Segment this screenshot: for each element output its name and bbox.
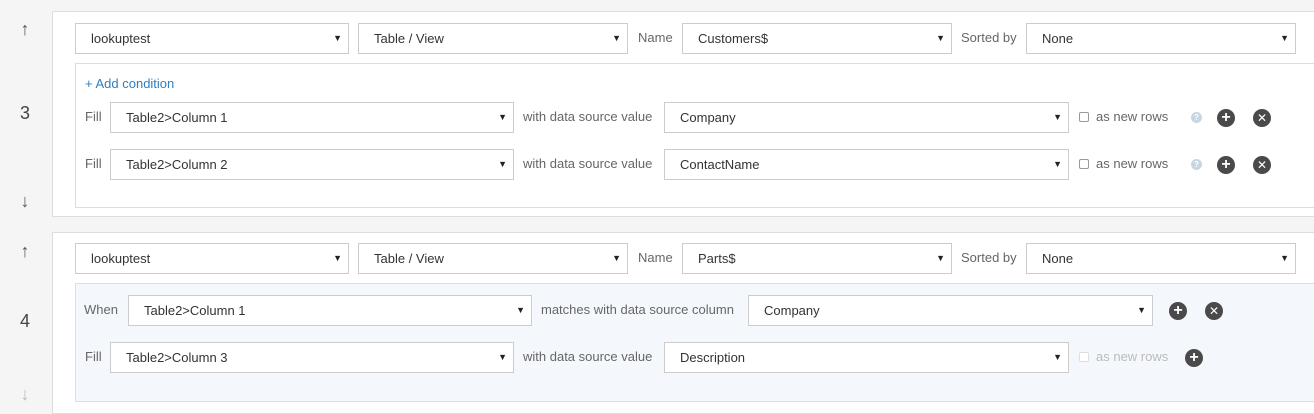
chevron-down-icon: ▼: [936, 253, 945, 263]
help-icon[interactable]: ?: [1191, 159, 1202, 170]
target-column-select[interactable]: Table2>Column 1 ▼: [110, 102, 514, 133]
target-column-value: Table2>Column 3: [126, 350, 228, 365]
as-new-rows-checkbox[interactable]: [1079, 112, 1089, 122]
matches-column-label: matches with data source column: [541, 302, 734, 317]
name-select[interactable]: Parts$ ▼: [682, 243, 952, 274]
remove-row-button[interactable]: ✕: [1253, 156, 1271, 174]
step-card: lookuptest ▼ Table / View ▼ Name Parts$ …: [52, 232, 1314, 414]
chevron-down-icon: ▼: [936, 33, 945, 43]
chevron-down-icon: ▼: [1053, 352, 1062, 362]
fill-label: Fill: [85, 109, 102, 124]
name-value: Parts$: [698, 251, 736, 266]
sorted-by-value: None: [1042, 251, 1074, 266]
chevron-down-icon: ▼: [1053, 112, 1062, 122]
source-type-value: Table / View: [374, 251, 444, 266]
mappings-panel: + Add condition Fill Table2>Column 1 ▼ w…: [75, 63, 1314, 208]
with-value-label: with data source value: [523, 109, 653, 124]
name-value: Customers$: [698, 31, 769, 46]
remove-row-button[interactable]: ✕: [1253, 109, 1271, 127]
chevron-down-icon: ▼: [1053, 159, 1062, 169]
name-select[interactable]: Customers$ ▼: [682, 23, 952, 54]
fill-label: Fill: [85, 156, 102, 171]
help-icon[interactable]: ?: [1191, 112, 1202, 123]
chevron-down-icon: ▼: [612, 253, 621, 263]
add-row-button[interactable]: +: [1217, 156, 1235, 174]
condition-column-select[interactable]: Table2>Column 1 ▼: [128, 295, 532, 326]
as-new-rows-checkbox: [1079, 352, 1089, 362]
with-value-label: with data source value: [523, 156, 653, 171]
move-up-icon[interactable]: ↑: [14, 18, 36, 40]
add-condition-link[interactable]: + Add condition: [85, 76, 174, 91]
chevron-down-icon: ▼: [333, 33, 342, 43]
datasource-value: lookuptest: [91, 251, 151, 266]
sorted-by-label: Sorted by: [961, 30, 1017, 45]
source-value: Company: [680, 110, 736, 125]
source-type-select[interactable]: Table / View ▼: [358, 243, 628, 274]
sorted-by-label: Sorted by: [961, 250, 1017, 265]
move-down-icon: ↓: [20, 383, 30, 404]
chevron-down-icon: ▼: [498, 159, 507, 169]
chevron-down-icon: ▼: [1280, 33, 1289, 43]
source-value-select[interactable]: ContactName ▼: [664, 149, 1069, 180]
source-value-select[interactable]: Company ▼: [664, 102, 1069, 133]
source-type-value: Table / View: [374, 31, 444, 46]
datasource-select[interactable]: lookuptest ▼: [75, 23, 349, 54]
step-number: 4: [19, 311, 30, 331]
sorted-by-select[interactable]: None ▼: [1026, 243, 1296, 274]
step-number: 3: [19, 103, 30, 123]
remove-condition-button[interactable]: ✕: [1205, 302, 1223, 320]
as-new-rows-checkbox[interactable]: [1079, 159, 1089, 169]
chevron-down-icon: ▼: [1137, 305, 1146, 315]
name-label: Name: [638, 250, 673, 265]
sorted-by-value: None: [1042, 31, 1074, 46]
chevron-down-icon: ▼: [333, 253, 342, 263]
source-value-select[interactable]: Description ▼: [664, 342, 1069, 373]
target-column-value: Table2>Column 1: [126, 110, 228, 125]
condition-source-select[interactable]: Company ▼: [748, 295, 1153, 326]
chevron-down-icon: ▼: [516, 305, 525, 315]
add-condition-button[interactable]: +: [1169, 302, 1187, 320]
datasource-select[interactable]: lookuptest ▼: [75, 243, 349, 274]
source-value: Description: [680, 350, 746, 365]
as-new-rows-label: as new rows: [1096, 349, 1169, 364]
step-card: lookuptest ▼ Table / View ▼ Name Custome…: [52, 11, 1314, 217]
as-new-rows-label: as new rows: [1096, 109, 1169, 124]
datasource-value: lookuptest: [91, 31, 151, 46]
source-type-select[interactable]: Table / View ▼: [358, 23, 628, 54]
condition-source-value: Company: [764, 303, 820, 318]
chevron-down-icon: ▼: [498, 112, 507, 122]
chevron-down-icon: ▼: [1280, 253, 1289, 263]
target-column-value: Table2>Column 2: [126, 157, 228, 172]
sorted-by-select[interactable]: None ▼: [1026, 23, 1296, 54]
fill-label: Fill: [85, 349, 102, 364]
when-label: When: [84, 302, 118, 317]
target-column-select[interactable]: Table2>Column 2 ▼: [110, 149, 514, 180]
name-label: Name: [638, 30, 673, 45]
chevron-down-icon: ▼: [498, 352, 507, 362]
move-up-icon[interactable]: ↑: [14, 240, 36, 262]
add-row-button[interactable]: +: [1217, 109, 1235, 127]
add-row-button[interactable]: +: [1185, 349, 1203, 367]
as-new-rows-label: as new rows: [1096, 156, 1169, 171]
with-value-label: with data source value: [523, 349, 653, 364]
source-value: ContactName: [680, 157, 760, 172]
condition-column-value: Table2>Column 1: [144, 303, 246, 318]
target-column-select[interactable]: Table2>Column 3 ▼: [110, 342, 514, 373]
move-down-icon[interactable]: ↓: [14, 190, 36, 212]
mappings-panel: When Table2>Column 1 ▼ matches with data…: [75, 283, 1314, 402]
chevron-down-icon: ▼: [612, 33, 621, 43]
